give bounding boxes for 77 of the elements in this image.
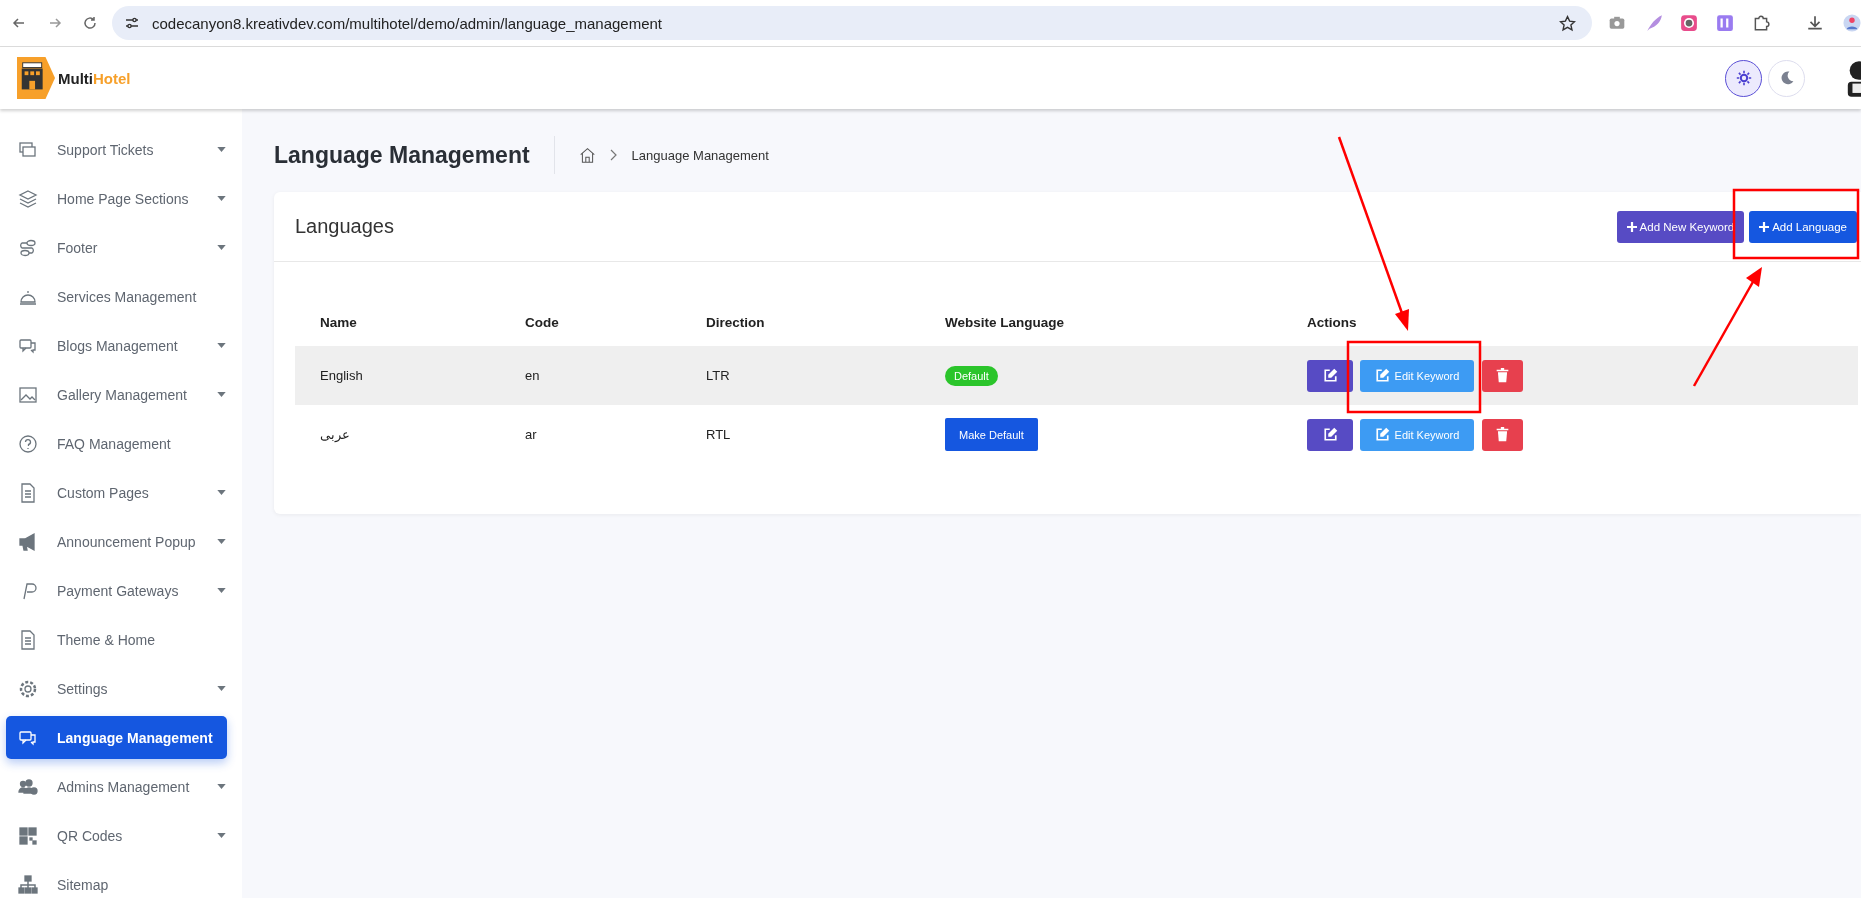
delete-button[interactable] [1482, 418, 1523, 451]
sidebar-item[interactable]: Gallery Management [0, 370, 226, 419]
document-icon [18, 482, 38, 503]
table-cell-text: ar [524, 427, 538, 442]
edit-icon [1322, 427, 1338, 442]
edit-button[interactable] [1307, 418, 1353, 451]
layers-icon [18, 188, 38, 209]
edit-icon [1374, 368, 1390, 383]
star-icon[interactable] [1559, 14, 1576, 32]
light-mode-button[interactable] [1725, 59, 1762, 97]
trash-icon [1495, 427, 1510, 442]
sidebar-item[interactable]: Home Page Sections [0, 174, 226, 223]
reload-icon[interactable] [82, 15, 98, 31]
sidebar-item[interactable]: Payment Gateways [0, 566, 226, 615]
sidebar-item[interactable]: Custom Pages [0, 468, 226, 517]
add-language-button[interactable]: Add Language [1749, 210, 1857, 243]
page-title: Language Management [274, 141, 530, 169]
table-cell-text: en [524, 368, 541, 383]
sidebar-item[interactable]: Settings [0, 664, 226, 713]
sidebar-item[interactable]: Support Tickets [0, 125, 226, 174]
profile-icon[interactable] [1843, 14, 1861, 32]
qr-icon [18, 825, 38, 846]
sidebar-item[interactable]: Theme & Home [0, 615, 226, 664]
plus-icon [1626, 221, 1637, 232]
trash-icon [1495, 368, 1510, 383]
link-icon [18, 237, 38, 258]
edit-button[interactable] [1307, 359, 1353, 392]
table-cell-text: RTL [705, 427, 732, 442]
home-icon[interactable] [578, 146, 596, 164]
sidebar-item[interactable]: QR Codes [0, 811, 226, 860]
sidebar-item[interactable]: Sitemap [0, 860, 226, 898]
megaphone-icon [18, 531, 38, 552]
url-text: codecanyon8.kreativdev.com/multihotel/demo/admin/language_management [152, 14, 664, 32]
column-header: Direction [705, 314, 766, 330]
make-default-button[interactable]: Make Default [945, 418, 1038, 451]
puzzle-icon[interactable] [1752, 14, 1770, 32]
sitemap-icon [18, 874, 38, 895]
table-cell-text: عربى [319, 427, 351, 442]
document-icon [18, 629, 38, 650]
address-bar[interactable]: codecanyon8.kreativdev.com/multihotel/demo/admin/language_management [112, 6, 1592, 40]
table-cell-text: English [319, 368, 364, 383]
download-icon[interactable] [1806, 14, 1824, 32]
column-header: Actions [1306, 314, 1358, 330]
column-header: Name [319, 314, 358, 330]
sidebar-item[interactable]: Blogs Management [0, 321, 226, 370]
breadcrumb-item: Language Management [631, 147, 769, 163]
camera-icon[interactable] [1608, 14, 1626, 32]
sidebar-item[interactable]: Services Management [0, 272, 226, 321]
image-icon [18, 384, 38, 405]
sidebar-item[interactable]: Announcement Popup [0, 517, 226, 566]
card-title: Languages [295, 215, 395, 238]
chevron-icon [609, 149, 618, 161]
dark-mode-button[interactable] [1768, 59, 1805, 97]
question-icon [18, 433, 38, 454]
hotel-logo-icon [17, 57, 55, 99]
stack-icon [18, 139, 38, 160]
default-badge: Default [945, 366, 998, 386]
add-keyword-button[interactable]: Add New Keyword [1616, 210, 1745, 243]
sidebar-item[interactable]: FAQ Management [0, 419, 226, 468]
extension-badge-icon[interactable] [1716, 14, 1734, 32]
sun-icon [1735, 70, 1752, 86]
column-header: Website Language [944, 314, 1066, 330]
sidebar-item[interactable]: Language Management [6, 716, 227, 759]
site-settings-icon[interactable] [124, 15, 140, 31]
sidebar-item[interactable]: Footer [0, 223, 226, 272]
column-header: Code [524, 314, 560, 330]
brand-name: MultiHotel [58, 69, 131, 87]
edit-icon [1374, 427, 1390, 442]
sidebar-item[interactable]: Admins Management [0, 762, 226, 811]
table-cell-text: LTR [705, 368, 731, 383]
users-icon [18, 776, 38, 797]
delete-button[interactable] [1482, 359, 1523, 392]
gear-icon [18, 678, 38, 699]
plus-icon [1759, 221, 1770, 232]
feather-icon[interactable] [1645, 14, 1663, 32]
ring-icon[interactable] [1680, 14, 1698, 32]
edit-icon [1322, 368, 1338, 383]
